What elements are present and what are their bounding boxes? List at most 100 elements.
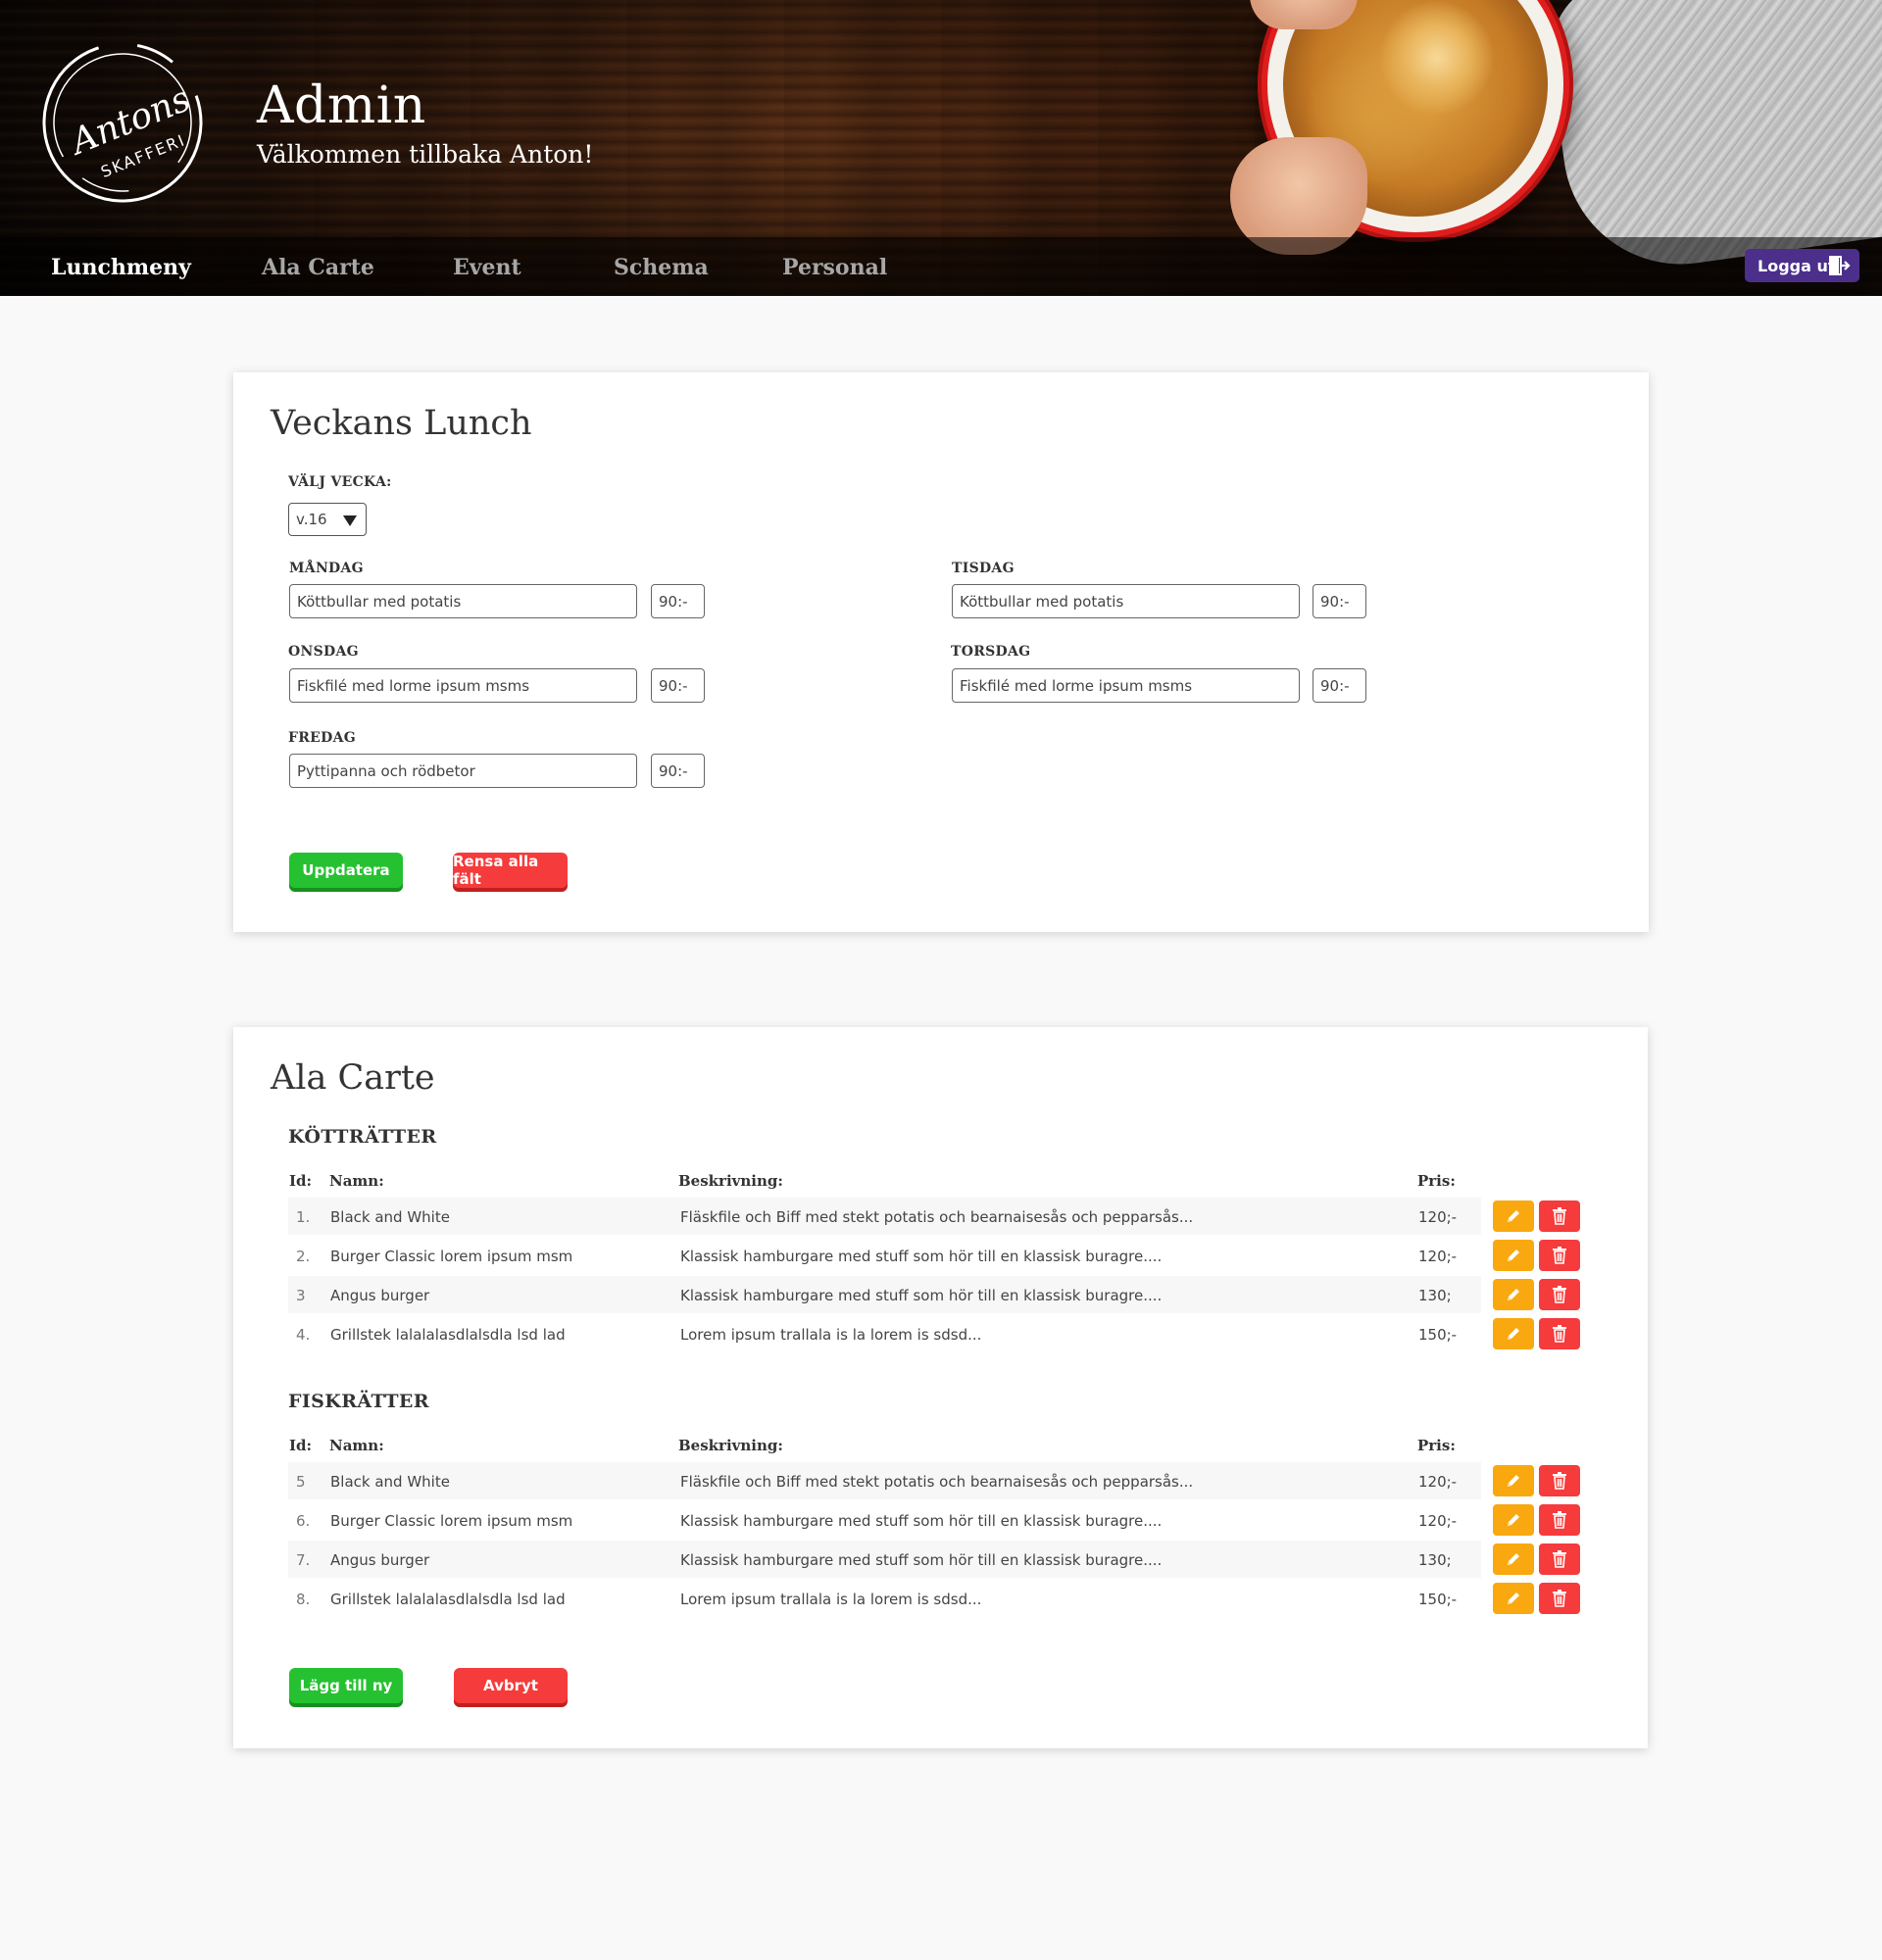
dish-input-tisdag[interactable]: Köttbullar med potatis: [952, 584, 1300, 618]
page-title: Admin: [257, 76, 426, 135]
row-price: 120;-: [1418, 1208, 1458, 1226]
trash-icon: [1553, 1325, 1566, 1343]
table-row: 8. Grillstek lalalalasdlalsdla lsd lad L…: [288, 1580, 1481, 1617]
row-price: 150;-: [1418, 1326, 1458, 1344]
pencil-icon: [1508, 1475, 1519, 1487]
lunch-card: Veckans Lunch VÄLJ VECKA: v.16 MÅNDAG Kö…: [233, 372, 1649, 932]
column-header-id: Id:: [289, 1437, 313, 1454]
alacarte-card-title: Ala Carte: [271, 1058, 435, 1098]
row-price: 130;: [1418, 1287, 1452, 1304]
delete-button[interactable]: [1539, 1240, 1580, 1271]
row-id: 8.: [296, 1591, 311, 1608]
day-label-tisdag: TISDAG: [952, 561, 1015, 576]
trash-icon: [1553, 1207, 1566, 1225]
delete-button[interactable]: [1539, 1465, 1580, 1496]
delete-button[interactable]: [1539, 1504, 1580, 1536]
day-label-mandag: MÅNDAG: [289, 561, 364, 576]
price-input-torsdag[interactable]: 90:-: [1312, 668, 1366, 703]
edit-button[interactable]: [1493, 1583, 1534, 1614]
table-row: 7. Angus burger Klassisk hamburgare med …: [288, 1541, 1481, 1578]
column-header-price: Pris:: [1417, 1172, 1456, 1190]
column-header-name: Namn:: [329, 1437, 384, 1454]
row-price: 150;-: [1418, 1591, 1458, 1608]
row-description: Klassisk hamburgare med stuff som hör ti…: [680, 1287, 1163, 1304]
delete-button[interactable]: [1539, 1583, 1580, 1614]
trash-icon: [1553, 1590, 1566, 1607]
row-description: Klassisk hamburgare med stuff som hör ti…: [680, 1551, 1163, 1569]
delete-button[interactable]: [1539, 1200, 1580, 1232]
delete-button[interactable]: [1539, 1318, 1580, 1349]
row-price: 120;-: [1418, 1248, 1458, 1265]
row-description: Fläskfile och Biff med stekt potatis och…: [680, 1473, 1194, 1491]
edit-button[interactable]: [1493, 1544, 1534, 1575]
row-name: Angus burger: [330, 1287, 430, 1304]
row-id: 2.: [296, 1248, 311, 1265]
row-description: Klassisk hamburgare med stuff som hör ti…: [680, 1512, 1163, 1530]
pencil-icon: [1508, 1210, 1519, 1222]
dish-input-torsdag[interactable]: Fiskfilé med lorme ipsum msms: [952, 668, 1300, 703]
nav-item-ala-carte[interactable]: Ala Carte: [262, 255, 374, 280]
edit-button[interactable]: [1493, 1465, 1534, 1496]
row-name: Burger Classic lorem ipsum msm: [330, 1512, 573, 1530]
nav-item-schema[interactable]: Schema: [614, 255, 709, 280]
row-name: Black and White: [330, 1208, 450, 1226]
table-row: 4. Grillstek lalalalasdlalsdla lsd lad L…: [288, 1315, 1481, 1352]
table-row: 5 Black and White Fläskfile och Biff med…: [288, 1462, 1481, 1499]
column-header-id: Id:: [289, 1172, 313, 1190]
trash-icon: [1553, 1511, 1566, 1529]
nav-item-event[interactable]: Event: [453, 255, 521, 280]
delete-button[interactable]: [1539, 1279, 1580, 1310]
trash-icon: [1553, 1247, 1566, 1264]
week-select-value: v.16: [296, 511, 327, 528]
section-title-kottratter: KÖTTRÄTTER: [288, 1126, 437, 1148]
edit-button[interactable]: [1493, 1279, 1534, 1310]
row-id: 3: [296, 1287, 306, 1304]
row-price: 120;-: [1418, 1473, 1458, 1491]
update-button[interactable]: Uppdatera: [289, 853, 403, 888]
week-select[interactable]: v.16: [288, 503, 367, 536]
row-id: 7.: [296, 1551, 311, 1569]
dish-input-fredag[interactable]: Pyttipanna och rödbetor: [289, 754, 637, 788]
dish-input-mandag[interactable]: Köttbullar med potatis: [289, 584, 637, 618]
pencil-icon: [1508, 1328, 1519, 1340]
row-price: 120;-: [1418, 1512, 1458, 1530]
edit-button[interactable]: [1493, 1240, 1534, 1271]
dish-input-onsdag[interactable]: Fiskfilé med lorme ipsum msms: [289, 668, 637, 703]
trash-icon: [1553, 1472, 1566, 1490]
row-price: 130;: [1418, 1551, 1452, 1569]
edit-button[interactable]: [1493, 1318, 1534, 1349]
row-name: Grillstek lalalalasdlalsdla lsd lad: [330, 1591, 566, 1608]
delete-button[interactable]: [1539, 1544, 1580, 1575]
add-new-button[interactable]: Lägg till ny: [289, 1668, 403, 1703]
price-input-onsdag[interactable]: 90:-: [651, 668, 705, 703]
row-name: Burger Classic lorem ipsum msm: [330, 1248, 573, 1265]
row-id: 1.: [296, 1208, 311, 1226]
column-header-price: Pris:: [1417, 1437, 1456, 1454]
pencil-icon: [1508, 1514, 1519, 1526]
pencil-icon: [1508, 1553, 1519, 1565]
table-row: 6. Burger Classic lorem ipsum msm Klassi…: [288, 1501, 1481, 1539]
price-input-tisdag[interactable]: 90:-: [1312, 584, 1366, 618]
row-name: Grillstek lalalalasdlalsdla lsd lad: [330, 1326, 566, 1344]
row-description: Klassisk hamburgare med stuff som hör ti…: [680, 1248, 1163, 1265]
clear-all-button[interactable]: Rensa alla fält: [453, 853, 568, 888]
trash-icon: [1553, 1550, 1566, 1568]
price-input-mandag[interactable]: 90:-: [651, 584, 705, 618]
edit-button[interactable]: [1493, 1200, 1534, 1232]
antons-skafferi-logo[interactable]: Antons SKAFFERI: [37, 37, 209, 209]
row-description: Lorem ipsum trallala is la lorem is sdsd…: [680, 1326, 982, 1344]
chevron-down-icon: [343, 515, 357, 526]
cancel-button[interactable]: Avbryt: [454, 1668, 568, 1703]
alacarte-card: Ala Carte KÖTTRÄTTER Id: Namn: Beskrivni…: [233, 1027, 1648, 1748]
nav-item-personal[interactable]: Personal: [782, 255, 887, 280]
edit-button[interactable]: [1493, 1504, 1534, 1536]
column-header-description: Beskrivning:: [678, 1437, 783, 1454]
main-nav: Lunchmeny Ala Carte Event Schema Persona…: [0, 237, 1882, 296]
row-name: Black and White: [330, 1473, 450, 1491]
nav-item-lunchmeny[interactable]: Lunchmeny: [51, 255, 191, 280]
row-description: Fläskfile och Biff med stekt potatis och…: [680, 1208, 1194, 1226]
price-input-fredag[interactable]: 90:-: [651, 754, 705, 788]
pencil-icon: [1508, 1592, 1519, 1604]
pencil-icon: [1508, 1289, 1519, 1300]
logout-button[interactable]: Logga ut: [1745, 249, 1859, 282]
